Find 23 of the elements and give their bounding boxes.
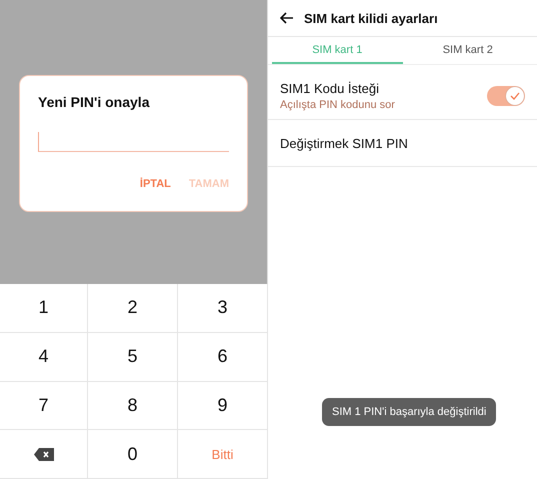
digit-key[interactable]: 9 xyxy=(178,382,268,430)
digit-key[interactable]: 6 xyxy=(178,332,268,382)
back-icon[interactable] xyxy=(280,12,294,24)
pin-field[interactable] xyxy=(38,132,229,152)
check-icon xyxy=(510,92,520,100)
setting-title: SIM1 Kodu İsteği xyxy=(280,81,380,96)
digit-key[interactable]: 0 xyxy=(88,430,178,479)
digit-key[interactable]: 8 xyxy=(88,382,178,430)
screen-title: SIM kart kilidi ayarları xyxy=(304,10,438,26)
digit-key[interactable]: 1 xyxy=(0,284,88,333)
backspace-key[interactable] xyxy=(0,430,88,479)
dialog-title: Yeni PIN'i onayla xyxy=(38,94,151,110)
sim-tab[interactable]: SIM kart 2 xyxy=(402,37,533,64)
setting-subtitle: Açılışta PIN kodunu sor xyxy=(280,99,396,111)
setting-item[interactable]: Değiştirmek SIM1 PIN xyxy=(280,136,408,150)
digit-key[interactable]: 7 xyxy=(0,382,88,430)
toast-message: SIM 1 PIN'i başarıyla değiştirildi xyxy=(322,398,496,426)
digit-key[interactable]: 5 xyxy=(88,332,178,382)
backspace-icon xyxy=(34,448,54,461)
toggle-switch[interactable] xyxy=(487,86,525,106)
digit-key[interactable]: 4 xyxy=(0,332,88,382)
digit-key[interactable]: 2 xyxy=(88,284,178,333)
digit-key[interactable]: 3 xyxy=(178,284,268,333)
